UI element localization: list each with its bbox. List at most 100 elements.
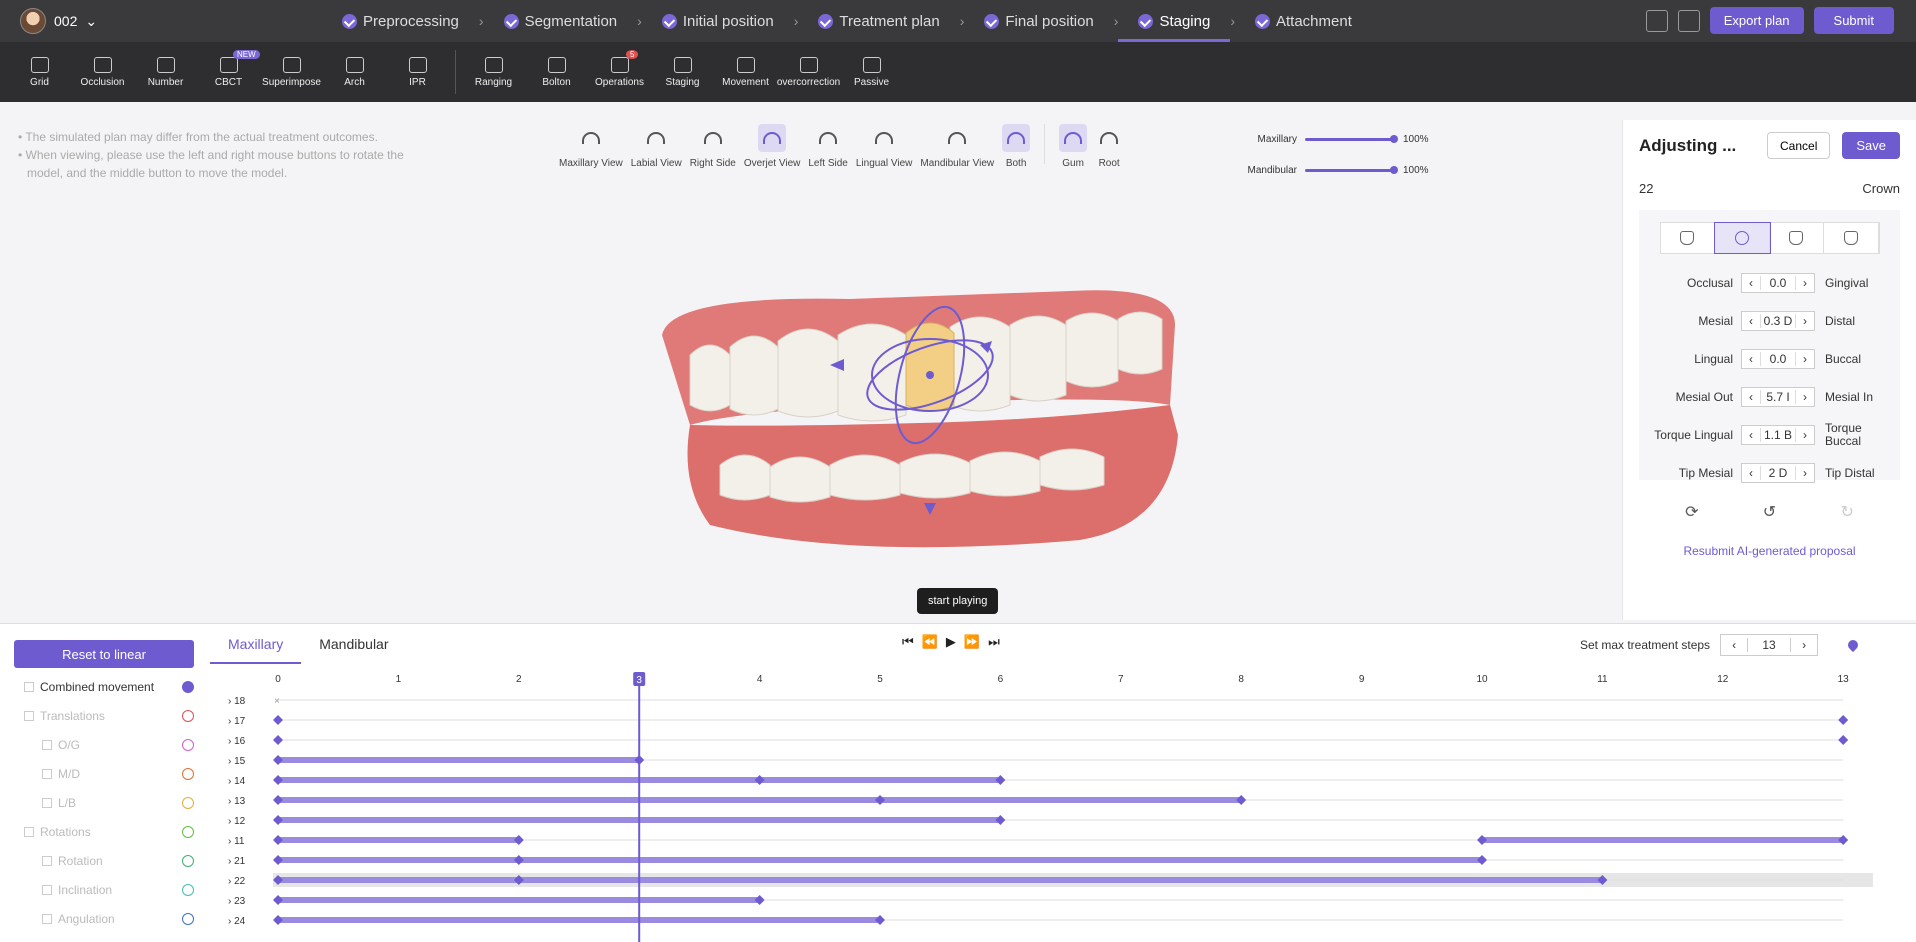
- legend-toggle[interactable]: [182, 854, 194, 867]
- legend-item[interactable]: O/G: [14, 730, 194, 759]
- adjust-stepper[interactable]: ‹ 0.3 D ›: [1741, 311, 1815, 331]
- undo-icon[interactable]: ↺: [1763, 502, 1776, 522]
- sync-icon[interactable]: ⟳: [1685, 502, 1698, 522]
- inbox-icon[interactable]: [1645, 9, 1668, 32]
- step-forward-icon[interactable]: ⏩: [964, 634, 980, 650]
- legend-item[interactable]: M/D: [14, 759, 194, 788]
- maxillary-opacity-slider[interactable]: [1305, 135, 1398, 143]
- max-steps-stepper[interactable]: ‹ 13 ›: [1720, 634, 1819, 656]
- skip-to-end-icon[interactable]: ⏭: [988, 634, 1000, 650]
- skip-to-start-icon[interactable]: ⏮: [902, 634, 914, 650]
- cancel-button[interactable]: Cancel: [1767, 132, 1831, 159]
- increment-icon[interactable]: ›: [1796, 352, 1814, 366]
- adjust-stepper[interactable]: ‹ 0.0 ›: [1741, 273, 1815, 293]
- tool-number[interactable]: Number: [134, 56, 197, 88]
- tool-arch[interactable]: Arch: [323, 56, 386, 88]
- tab-maxillary[interactable]: Maxillary: [210, 632, 302, 664]
- legend-toggle[interactable]: [182, 912, 194, 925]
- play-icon[interactable]: ▶: [946, 634, 956, 650]
- step-back-icon[interactable]: ⏪: [922, 634, 938, 650]
- staging-timeline[interactable]: 012345678910111213› 18×› 17› 16› 15› 14›…: [210, 672, 1890, 942]
- step-initial-position[interactable]: Initial position: [660, 0, 776, 42]
- rotation-gizmo-icon[interactable]: [1714, 222, 1771, 254]
- legend-item[interactable]: Combined movement: [14, 672, 194, 701]
- adjust-value[interactable]: 0.3 D: [1760, 314, 1796, 328]
- view-right-side[interactable]: Right Side: [686, 124, 740, 169]
- legend-toggle[interactable]: [182, 796, 194, 809]
- tool-bolton[interactable]: Bolton: [525, 56, 588, 88]
- export-plan-button[interactable]: Export plan: [1709, 7, 1804, 34]
- step-treatment-plan[interactable]: Treatment plan: [816, 0, 941, 42]
- legend-item[interactable]: Rotation: [14, 846, 194, 875]
- max-steps-value[interactable]: 13: [1747, 638, 1792, 652]
- view-gum[interactable]: Gum: [1055, 124, 1091, 169]
- view-mandibular-view[interactable]: Mandibular View: [916, 124, 998, 169]
- tool-overcorrection[interactable]: overcorrection: [777, 56, 840, 88]
- step-preprocessing[interactable]: Preprocessing: [340, 0, 461, 42]
- tool-movement[interactable]: Movement: [714, 56, 777, 88]
- tool-ipr[interactable]: IPR: [386, 56, 449, 88]
- increment-icon[interactable]: ›: [1791, 638, 1817, 652]
- legend-toggle[interactable]: [182, 709, 194, 722]
- step-attachment[interactable]: Attachment: [1253, 0, 1354, 42]
- decrement-icon[interactable]: ‹: [1742, 466, 1760, 480]
- tool-ranging[interactable]: Ranging: [462, 56, 525, 88]
- legend-toggle[interactable]: [182, 825, 194, 838]
- decrement-icon[interactable]: ‹: [1742, 428, 1760, 442]
- adjust-value[interactable]: 0.0: [1760, 352, 1796, 366]
- step-final-position[interactable]: Final position: [982, 0, 1095, 42]
- increment-icon[interactable]: ›: [1796, 276, 1814, 290]
- legend-toggle[interactable]: [182, 767, 194, 780]
- view-both[interactable]: Both: [998, 124, 1034, 169]
- decrement-icon[interactable]: ‹: [1742, 390, 1760, 404]
- adjust-value[interactable]: 1.1 B: [1760, 428, 1796, 442]
- tooth-icon[interactable]: [1661, 223, 1715, 253]
- redo-icon[interactable]: ↻: [1840, 502, 1853, 522]
- tab-mandibular[interactable]: Mandibular: [301, 632, 406, 664]
- increment-icon[interactable]: ›: [1796, 314, 1814, 328]
- root-icon[interactable]: [1770, 223, 1824, 253]
- tool-operations[interactable]: Operations 5: [588, 49, 651, 88]
- adjust-value[interactable]: 5.7 I: [1760, 390, 1796, 404]
- legend-item[interactable]: L/B: [14, 788, 194, 817]
- view-lingual-view[interactable]: Lingual View: [852, 124, 917, 169]
- decrement-icon[interactable]: ‹: [1742, 314, 1760, 328]
- location-pin-icon[interactable]: [1845, 637, 1861, 653]
- view-labial-view[interactable]: Labial View: [627, 124, 686, 169]
- adjust-value[interactable]: 2 D: [1760, 466, 1796, 480]
- tool-grid[interactable]: Grid: [8, 56, 71, 88]
- step-staging[interactable]: Staging: [1118, 0, 1231, 42]
- legend-toggle[interactable]: [182, 738, 194, 751]
- view-maxillary-view[interactable]: Maxillary View: [555, 124, 627, 169]
- view-left-side[interactable]: Left Side: [804, 124, 851, 169]
- submit-button[interactable]: Submit: [1813, 7, 1894, 34]
- tool-passive[interactable]: Passive: [840, 56, 903, 88]
- increment-icon[interactable]: ›: [1796, 466, 1814, 480]
- legend-toggle[interactable]: [182, 680, 194, 693]
- image-icon[interactable]: [1677, 9, 1700, 32]
- adjust-stepper[interactable]: ‹ 5.7 I ›: [1741, 387, 1815, 407]
- reset-to-linear-button[interactable]: Reset to linear: [14, 640, 194, 668]
- tool-cbct[interactable]: CBCT NEW: [197, 49, 260, 88]
- dental-model-3d[interactable]: [650, 285, 1190, 565]
- adjust-stepper[interactable]: ‹ 2 D ›: [1741, 463, 1815, 483]
- decrement-icon[interactable]: ‹: [1721, 638, 1747, 652]
- decrement-icon[interactable]: ‹: [1742, 352, 1760, 366]
- tool-superimpose[interactable]: Superimpose: [260, 56, 323, 88]
- legend-item[interactable]: Translations: [14, 701, 194, 730]
- save-button[interactable]: Save: [1842, 132, 1900, 159]
- resubmit-ai-link[interactable]: Resubmit AI-generated proposal: [1623, 544, 1916, 558]
- adjust-stepper[interactable]: ‹ 1.1 B ›: [1741, 425, 1815, 445]
- view-root[interactable]: Root: [1091, 124, 1127, 169]
- step-segmentation[interactable]: Segmentation: [502, 0, 620, 42]
- legend-item[interactable]: Inclination: [14, 875, 194, 904]
- tool-staging[interactable]: Staging: [651, 56, 714, 88]
- decrement-icon[interactable]: ‹: [1742, 276, 1760, 290]
- legend-toggle[interactable]: [182, 883, 194, 896]
- tool-occlusion[interactable]: Occlusion: [71, 56, 134, 88]
- molar-icon[interactable]: [1824, 223, 1879, 253]
- increment-icon[interactable]: ›: [1796, 428, 1814, 442]
- adjust-value[interactable]: 0.0: [1760, 276, 1796, 290]
- case-selector[interactable]: 002 ⌄: [20, 8, 97, 34]
- legend-item[interactable]: Rotations: [14, 817, 194, 846]
